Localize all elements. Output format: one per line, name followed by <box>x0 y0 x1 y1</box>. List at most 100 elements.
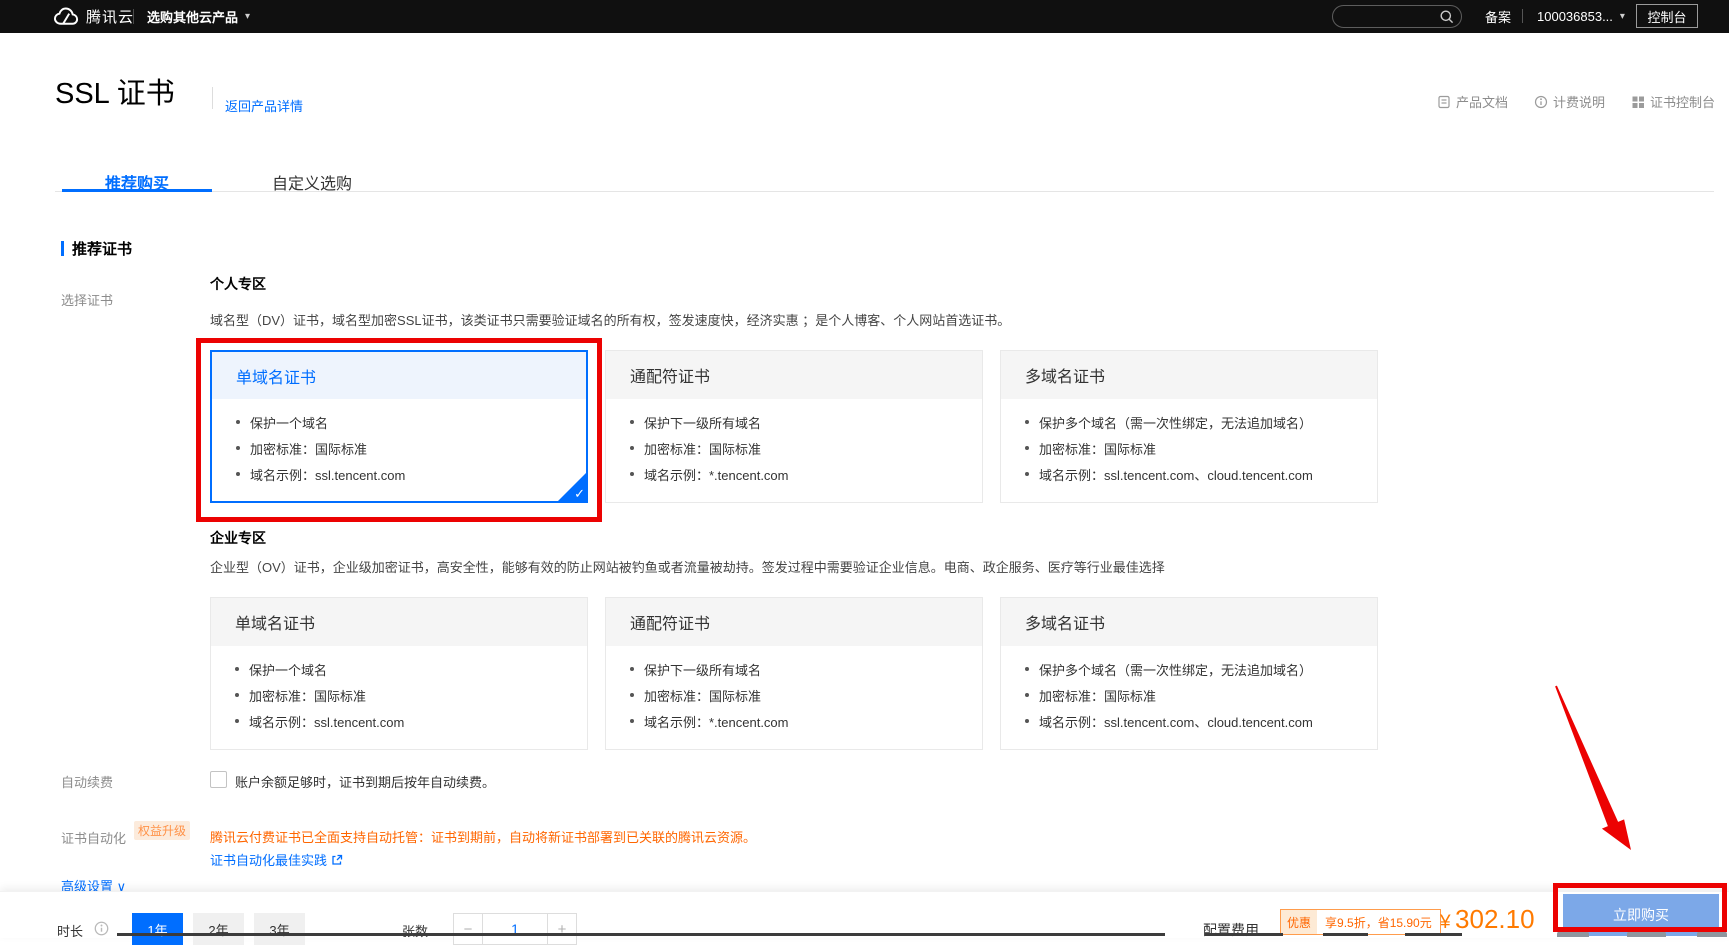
section-header: 推荐证书 <box>61 238 132 259</box>
discount-box: 优惠 享9.5折，省15.90元 <box>1280 909 1441 935</box>
card-feature: 保护一个域名 <box>235 656 563 682</box>
clipped-content-fragment <box>1323 933 1368 936</box>
duration-option-3year[interactable]: 3年 <box>254 913 305 945</box>
price-value: 302.10 <box>1455 904 1535 934</box>
other-products-menu[interactable]: 选购其他云产品 ▾ <box>147 0 250 33</box>
auto-renew-checkbox[interactable] <box>210 771 227 788</box>
card-feature: 域名示例：ssl.tencent.com、cloud.tencent.com <box>1025 708 1353 734</box>
cert-automation-best-practice-link[interactable]: 证书自动化最佳实践 <box>210 850 343 869</box>
personal-zone-title: 个人专区 <box>210 274 266 294</box>
benefit-upgrade-badge: 权益升级 <box>134 821 190 840</box>
back-to-product-link[interactable]: 返回产品详情 <box>225 96 303 115</box>
external-link-icon <box>331 854 343 866</box>
card-wildcard-personal[interactable]: 通配符证书 保护下一级所有域名 加密标准：国际标准 域名示例：*.tencent… <box>605 350 983 503</box>
card-title: 多域名证书 <box>1025 610 1105 634</box>
card-multi-domain-enterprise[interactable]: 多域名证书 保护多个域名（需一次性绑定，无法追加域名） 加密标准：国际标准 域名… <box>1000 597 1378 750</box>
automation-link-label: 证书自动化最佳实践 <box>210 850 327 869</box>
card-title: 通配符证书 <box>630 363 710 387</box>
buy-now-button[interactable]: 立即购买 <box>1563 894 1719 936</box>
quantity-minus-button[interactable]: − <box>453 913 483 945</box>
card-feature: 保护多个域名（需一次性绑定，无法追加域名） <box>1025 409 1353 435</box>
clipped-content-fragment <box>117 933 1165 936</box>
account-id: 100036853... <box>1537 9 1613 24</box>
section-accent-bar <box>61 241 64 256</box>
active-tab-underline <box>62 189 212 192</box>
auto-renew-text: 账户余额足够时，证书到期后按年自动续费。 <box>235 772 495 791</box>
info-icon <box>1534 95 1548 109</box>
cert-console-label: 证书控制台 <box>1650 92 1715 111</box>
card-title: 通配符证书 <box>630 610 710 634</box>
search-input[interactable] <box>1333 10 1439 24</box>
quantity-label: 张数 <box>402 921 428 940</box>
search-icon[interactable] <box>1439 9 1455 25</box>
logo-text: 腾讯云 <box>86 6 134 27</box>
billing-info-link[interactable]: 计费说明 <box>1534 92 1605 111</box>
card-single-domain-enterprise[interactable]: 单域名证书 保护一个域名 加密标准：国际标准 域名示例：ssl.tencent.… <box>210 597 588 750</box>
duration-info-icon[interactable] <box>94 921 109 936</box>
card-feature: 保护多个域名（需一次性绑定，无法追加域名） <box>1025 656 1353 682</box>
document-icon <box>1437 95 1451 109</box>
personal-zone-cards: 单域名证书 保护一个域名 加密标准：国际标准 域名示例：ssl.tencent.… <box>210 350 1378 503</box>
card-feature: 加密标准：国际标准 <box>235 682 563 708</box>
card-feature: 保护下一级所有域名 <box>630 409 958 435</box>
clipped-button-fragment <box>1627 931 1666 937</box>
cert-automation-text: 腾讯云付费证书已全面支持自动托管：证书到期前，自动将新证书部署到已关联的腾讯云资… <box>210 827 756 846</box>
card-feature: 域名示例：ssl.tencent.com <box>236 461 562 487</box>
cert-console-link[interactable]: 证书控制台 <box>1631 92 1715 111</box>
product-docs-label: 产品文档 <box>1456 92 1508 111</box>
duration-option-2year[interactable]: 2年 <box>193 913 244 945</box>
chevron-down-icon: ▾ <box>245 11 250 22</box>
card-feature: 加密标准：国际标准 <box>1025 435 1353 461</box>
enterprise-zone-cards: 单域名证书 保护一个域名 加密标准：国际标准 域名示例：ssl.tencent.… <box>210 597 1378 750</box>
card-feature: 域名示例：ssl.tencent.com、cloud.tencent.com <box>1025 461 1353 487</box>
card-title: 多域名证书 <box>1025 363 1105 387</box>
top-navbar: 腾讯云 选购其他云产品 ▾ 备案 100036853... ▾ 控制台 <box>0 0 1729 33</box>
card-feature: 加密标准：国际标准 <box>1025 682 1353 708</box>
card-feature: 域名示例：ssl.tencent.com <box>235 708 563 734</box>
other-products-label: 选购其他云产品 <box>147 7 238 26</box>
product-docs-link[interactable]: 产品文档 <box>1437 92 1508 111</box>
card-feature: 加密标准：国际标准 <box>630 435 958 461</box>
total-price: ¥ 302.10 <box>1440 904 1535 935</box>
select-cert-label: 选择证书 <box>61 290 113 309</box>
clipped-content-fragment <box>1405 933 1462 936</box>
console-button[interactable]: 控制台 <box>1636 4 1698 28</box>
duration-option-1year[interactable]: 1年 <box>132 913 183 945</box>
personal-zone-description: 域名型（DV）证书，域名型加密SSL证书，该类证书只需要验证域名的所有权，签发速… <box>210 310 1010 329</box>
account-menu[interactable]: 100036853... ▾ <box>1537 0 1625 33</box>
navbar-divider <box>133 9 134 24</box>
cert-automation-label: 证书自动化 <box>61 828 126 847</box>
auto-renew-label: 自动续费 <box>61 772 113 791</box>
billing-info-label: 计费说明 <box>1553 92 1605 111</box>
currency-symbol: ¥ <box>1440 912 1451 933</box>
card-feature: 保护一个域名 <box>236 409 562 435</box>
duration-label: 时长 <box>57 921 83 940</box>
card-multi-domain-personal[interactable]: 多域名证书 保护多个域名（需一次性绑定，无法追加域名） 加密标准：国际标准 域名… <box>1000 350 1378 503</box>
card-single-domain-personal[interactable]: 单域名证书 保护一个域名 加密标准：国际标准 域名示例：ssl.tencent.… <box>210 350 588 503</box>
card-title: 单域名证书 <box>235 610 315 634</box>
cloud-logo-icon <box>53 7 80 27</box>
enterprise-zone-description: 企业型（OV）证书，企业级加密证书，高安全性，能够有效的防止网站被钓鱼或者流量被… <box>210 557 1165 576</box>
card-feature: 保护下一级所有域名 <box>630 656 958 682</box>
clipped-button-fragment <box>1697 931 1727 937</box>
card-feature: 加密标准：国际标准 <box>236 435 562 461</box>
card-feature: 域名示例：*.tencent.com <box>630 461 958 487</box>
config-fee-label: 配置费用 <box>1203 920 1259 940</box>
quantity-value[interactable]: 1 <box>483 913 547 945</box>
card-feature: 域名示例：*.tencent.com <box>630 708 958 734</box>
quantity-plus-button[interactable]: + <box>547 913 577 945</box>
enterprise-zone-title: 企业专区 <box>210 528 266 548</box>
tencent-cloud-logo[interactable]: 腾讯云 <box>53 6 134 27</box>
section-title: 推荐证书 <box>72 238 132 259</box>
clipped-content-fragment <box>1205 933 1283 936</box>
title-divider <box>212 87 213 109</box>
card-title: 单域名证书 <box>236 364 316 388</box>
tab-custom-purchase[interactable]: 自定义选购 <box>237 170 387 192</box>
beian-link[interactable]: 备案 <box>1485 0 1511 33</box>
discount-tag: 优惠 <box>1281 910 1317 934</box>
chevron-down-icon: ▾ <box>1620 11 1625 22</box>
page-title: SSL 证书 <box>55 70 175 112</box>
check-icon: ✓ <box>574 487 585 501</box>
card-wildcard-enterprise[interactable]: 通配符证书 保护下一级所有域名 加密标准：国际标准 域名示例：*.tencent… <box>605 597 983 750</box>
card-feature: 加密标准：国际标准 <box>630 682 958 708</box>
